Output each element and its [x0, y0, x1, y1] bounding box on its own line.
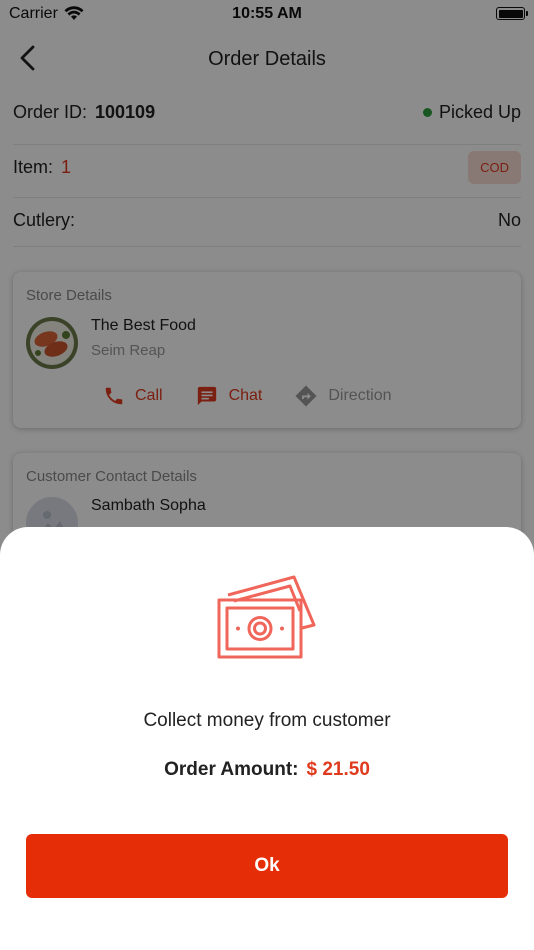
collect-message: Collect money from customer: [143, 710, 391, 731]
collect-money-sheet: Collect money from customer Order Amount…: [0, 527, 534, 950]
ok-button[interactable]: Ok: [26, 834, 508, 898]
money-icon: [217, 575, 316, 659]
order-amount-row: Order Amount: $ 21.50: [0, 759, 534, 781]
order-amount-value: $ 21.50: [306, 759, 370, 780]
order-amount-label: Order Amount:: [164, 759, 299, 780]
